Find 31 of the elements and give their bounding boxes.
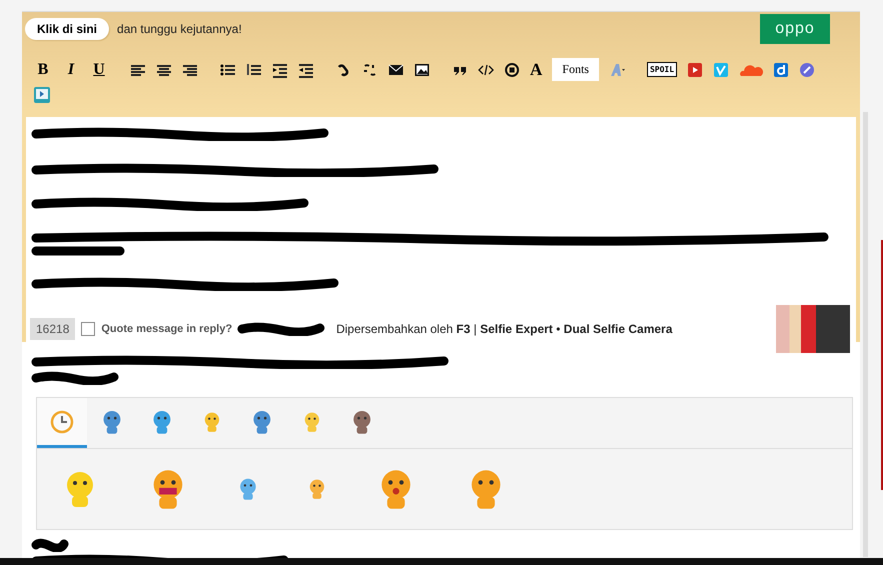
quote-checkbox[interactable] <box>81 322 96 336</box>
fonts-button[interactable]: Fonts <box>552 58 599 81</box>
clock-icon <box>50 410 74 434</box>
font-size-button[interactable]: A <box>530 60 542 80</box>
sponsor-text: Dipersembahkan oleh F3 | Selfie Expert • Dual Selfie Camera <box>336 322 672 336</box>
video-icon[interactable] <box>34 87 50 103</box>
scrollbar[interactable] <box>863 112 868 557</box>
spoiler-button[interactable]: SPOIL <box>646 62 678 77</box>
brand-logo[interactable]: oppo <box>760 14 830 44</box>
d-letter-icon[interactable] <box>773 62 790 78</box>
envelope-icon[interactable] <box>388 62 404 78</box>
promo-text: dan tunggu kejutannya! <box>117 22 242 36</box>
play-icon[interactable] <box>687 62 704 78</box>
indent-icon[interactable] <box>272 62 288 78</box>
checkbox-label[interactable]: Quote message in reply? <box>101 323 232 335</box>
format-button[interactable]: I <box>62 60 80 78</box>
redaction-scribble <box>30 538 70 552</box>
text-color-icon[interactable] <box>608 62 625 78</box>
sticker-tab[interactable] <box>37 398 87 448</box>
image-icon[interactable] <box>414 62 430 78</box>
click-here-button[interactable]: Klik di sini <box>25 18 110 40</box>
v-letter-icon[interactable] <box>713 62 730 78</box>
cloud-icon[interactable] <box>739 62 764 76</box>
view-count: 16218 <box>30 318 76 340</box>
pencil-circle-icon[interactable] <box>799 62 816 78</box>
outdent-icon[interactable] <box>298 62 314 78</box>
numbered-list-icon[interactable] <box>246 62 262 78</box>
format-button[interactable]: B <box>34 60 52 78</box>
bullet-list-icon[interactable] <box>220 62 236 78</box>
format-button[interactable]: U <box>90 60 108 78</box>
stop-circle-icon[interactable] <box>504 62 520 78</box>
